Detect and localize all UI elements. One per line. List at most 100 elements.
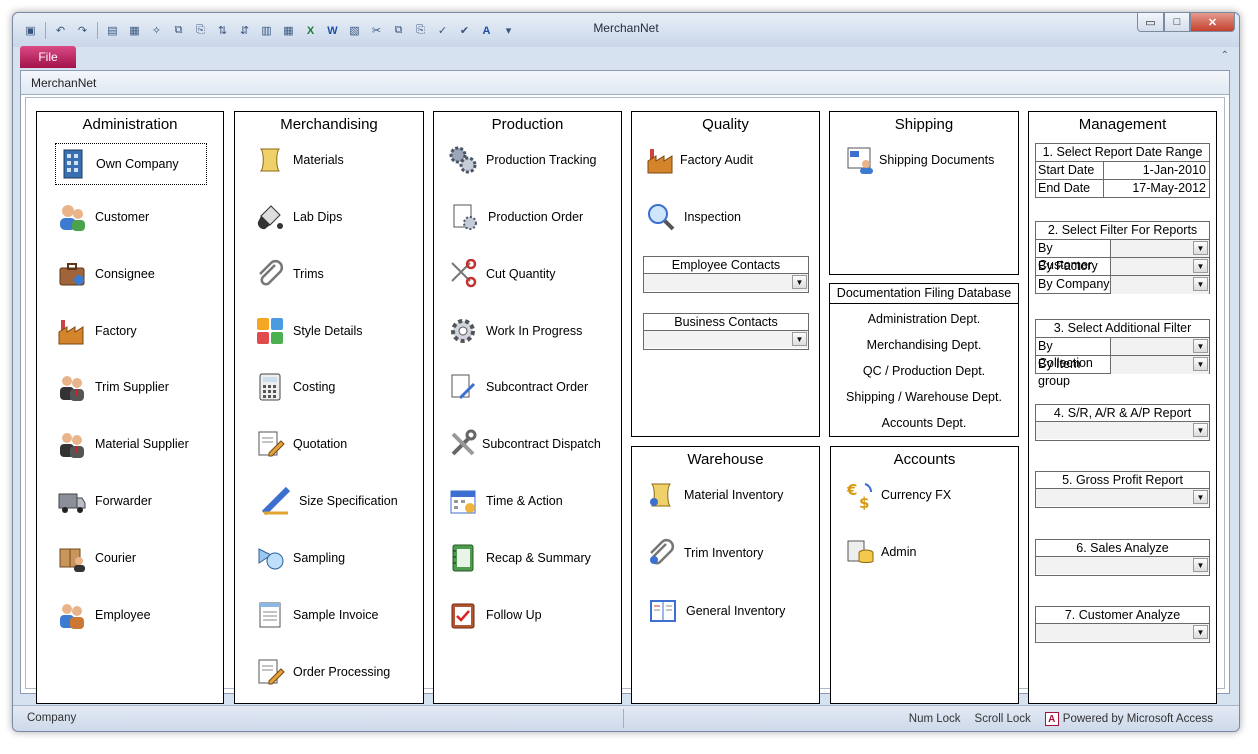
currency-fx-button[interactable]: € $ Currency FX (843, 478, 951, 512)
follow-up-button[interactable]: Follow Up (446, 598, 542, 632)
subcontract-dispatch-button[interactable]: Subcontract Dispatch (446, 427, 601, 461)
combo-value[interactable]: ▼ (644, 274, 808, 291)
business-contacts-combo[interactable]: Business Contacts ▼ (643, 313, 809, 350)
employee-contacts-combo[interactable]: Employee Contacts ▼ (643, 256, 809, 293)
filter-item-group-select[interactable]: ▼ (1111, 356, 1209, 374)
cut-quantity-button[interactable]: Cut Quantity (446, 257, 555, 291)
dropdown-arrow-icon[interactable]: ▼ (1193, 241, 1208, 255)
production-tracking-button[interactable]: Production Tracking (446, 143, 596, 177)
employee-button[interactable]: Employee (55, 598, 151, 632)
dept-link-shipping-warehouse[interactable]: Shipping / Warehouse Dept. (830, 390, 1018, 404)
minimize-button[interactable]: ▭ (1137, 13, 1164, 32)
materials-button[interactable]: Materials (253, 143, 344, 177)
filter-row: By Customer ▼ (1036, 240, 1209, 272)
quotation-button[interactable]: Quotation (253, 427, 347, 461)
start-date-input[interactable]: 1-Jan-2010 (1104, 162, 1209, 179)
work-in-progress-button[interactable]: Work In Progress (446, 314, 582, 348)
trims-button[interactable]: Trims (253, 257, 324, 291)
item-label: Size Specification (299, 494, 398, 508)
own-company-button[interactable]: Own Company (55, 143, 207, 185)
filter-label: By Company (1036, 276, 1111, 294)
material-supplier-button[interactable]: Material Supplier (55, 427, 189, 461)
dropdown-arrow-icon[interactable]: ▼ (1193, 423, 1208, 437)
customer-button[interactable]: Customer (55, 200, 149, 234)
businessmen-icon (55, 427, 89, 461)
calendar-icon (446, 484, 480, 518)
trim-inventory-button[interactable]: Trim Inventory (644, 536, 763, 570)
grid-title: 2. Select Filter For Reports (1036, 222, 1209, 240)
num-lock-indicator: Num Lock (908, 713, 961, 725)
status-indicators: Num Lock Scroll Lock A Powered by Microso… (909, 712, 1213, 726)
factory-button[interactable]: Factory (55, 314, 137, 348)
size-specification-button[interactable]: Size Specification (259, 484, 398, 518)
dropdown-arrow-icon[interactable]: ▼ (1193, 277, 1208, 291)
courier-button[interactable]: Courier (55, 541, 136, 575)
document-tab[interactable]: MerchanNet (21, 71, 1229, 95)
dropdown-arrow-icon[interactable]: ▼ (1193, 339, 1208, 353)
filter-label: By Customer (1036, 240, 1111, 272)
combo-value[interactable]: ▼ (1036, 489, 1209, 506)
time-action-button[interactable]: Time & Action (446, 484, 563, 518)
document-area: MerchanNet Administration Own Company Cu… (20, 70, 1230, 704)
filter-customer-select[interactable]: ▼ (1111, 240, 1209, 257)
maximize-button[interactable]: □ (1164, 13, 1190, 32)
dropdown-arrow-icon[interactable]: ▼ (1193, 558, 1208, 572)
sampling-button[interactable]: Sampling (253, 541, 345, 575)
dept-link-qc-production[interactable]: QC / Production Dept. (830, 364, 1018, 378)
dropdown-arrow-icon[interactable]: ▼ (792, 332, 807, 346)
style-details-button[interactable]: Style Details (253, 314, 362, 348)
combo-value[interactable]: ▼ (1036, 624, 1209, 641)
trim-supplier-button[interactable]: Trim Supplier (55, 370, 169, 404)
subcontract-order-button[interactable]: Subcontract Order (446, 370, 588, 404)
panel-title: Quality (702, 116, 749, 133)
sales-analyze-combo[interactable]: 6. Sales Analyze ▼ (1035, 539, 1210, 576)
file-tab[interactable]: File (20, 46, 76, 68)
dropdown-arrow-icon[interactable]: ▼ (1193, 490, 1208, 504)
production-panel: Production Production Tracking Productio… (433, 111, 622, 704)
dropdown-arrow-icon[interactable]: ▼ (1193, 357, 1208, 371)
factory-audit-button[interactable]: Factory Audit (644, 143, 753, 177)
lab-dips-button[interactable]: Lab Dips (253, 200, 342, 234)
customer-analyze-combo[interactable]: 7. Customer Analyze ▼ (1035, 606, 1210, 643)
dropdown-arrow-icon[interactable]: ▼ (1193, 259, 1208, 273)
item-label: Factory Audit (680, 153, 753, 167)
close-button[interactable]: ✕ (1190, 13, 1235, 32)
paperclip-icon (253, 257, 287, 291)
filter-company-select[interactable]: ▼ (1111, 276, 1209, 294)
report-filter-grid: 2. Select Filter For Reports By Customer… (1035, 221, 1210, 294)
combo-value[interactable]: ▼ (1036, 422, 1209, 439)
item-label: Cut Quantity (486, 267, 556, 281)
currency-icon: € $ (843, 478, 877, 512)
end-date-label: End Date (1036, 180, 1104, 198)
filter-collection-select[interactable]: ▼ (1111, 338, 1209, 355)
shipping-documents-button[interactable]: Shipping Documents (844, 143, 994, 177)
dept-link-administration[interactable]: Administration Dept. (830, 312, 1018, 326)
dept-link-merchandising[interactable]: Merchandising Dept. (830, 338, 1018, 352)
panel-title: Merchandising (280, 116, 378, 133)
admin-button[interactable]: Admin (843, 535, 916, 569)
item-label: Trim Inventory (684, 546, 764, 560)
item-label: Admin (881, 545, 917, 559)
filter-label: By Collection (1036, 338, 1111, 370)
combo-value[interactable]: ▼ (1036, 557, 1209, 574)
general-inventory-button[interactable]: General Inventory (646, 594, 785, 628)
end-date-input[interactable]: 17-May-2012 (1104, 180, 1209, 198)
material-inventory-button[interactable]: Material Inventory (644, 478, 783, 512)
order-processing-button[interactable]: Order Processing (253, 655, 390, 689)
dropdown-arrow-icon[interactable]: ▼ (1193, 625, 1208, 639)
sr-ar-ap-report-combo[interactable]: 4. S/R, A/R & A/P Report ▼ (1035, 404, 1210, 441)
production-order-button[interactable]: Production Order (448, 200, 583, 234)
consignee-button[interactable]: Consignee (55, 257, 155, 291)
ribbon-collapse-icon[interactable]: ⌃ (1221, 50, 1229, 61)
inspection-button[interactable]: Inspection (644, 200, 741, 234)
costing-button[interactable]: Costing (253, 370, 335, 404)
sample-invoice-button[interactable]: Sample Invoice (253, 598, 378, 632)
item-label: Recap & Summary (486, 551, 591, 565)
dropdown-arrow-icon[interactable]: ▼ (792, 275, 807, 289)
filter-factory-select[interactable]: ▼ (1111, 258, 1209, 275)
forwarder-button[interactable]: Forwarder (55, 484, 152, 518)
dept-link-accounts[interactable]: Accounts Dept. (830, 416, 1018, 430)
combo-value[interactable]: ▼ (644, 331, 808, 348)
gross-profit-report-combo[interactable]: 5. Gross Profit Report ▼ (1035, 471, 1210, 508)
recap-summary-button[interactable]: Recap & Summary (446, 541, 591, 575)
